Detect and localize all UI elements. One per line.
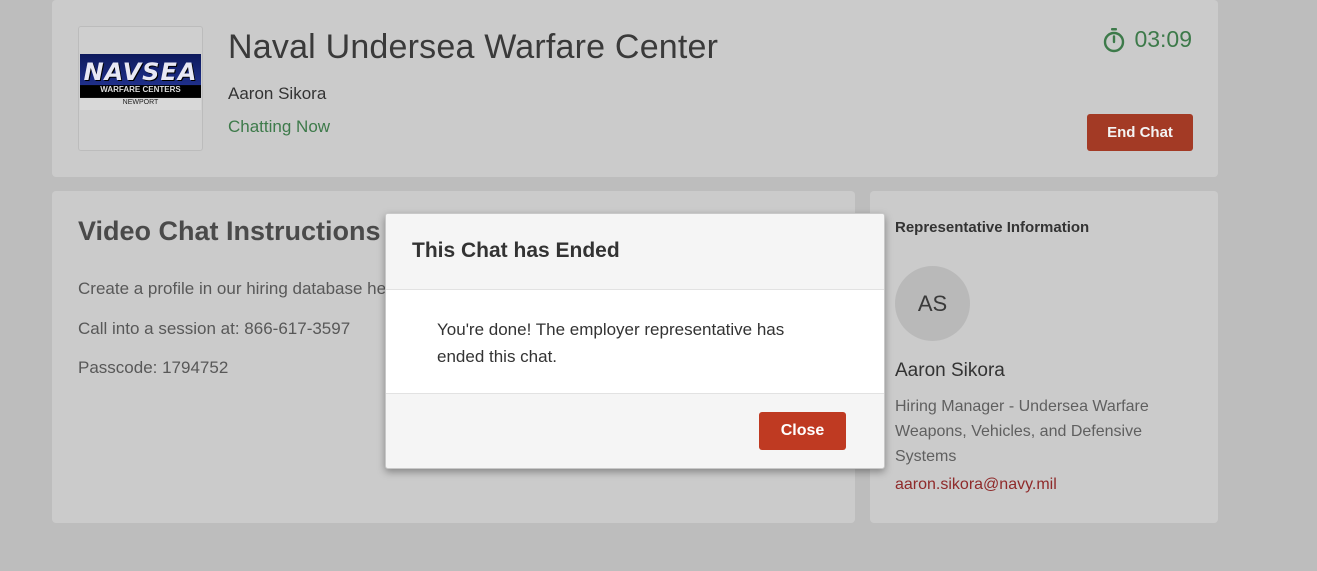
- instruction-line: Passcode: 1794752: [78, 358, 229, 377]
- representative-heading: Representative Information: [895, 219, 1090, 236]
- employer-title: Naval Undersea Warfare Center: [228, 28, 719, 66]
- close-button[interactable]: Close: [759, 412, 846, 450]
- employer-header-card: NAVSEA WARFARE CENTERS NEWPORT Naval Und…: [52, 0, 1218, 177]
- modal-header: This Chat has Ended: [386, 214, 884, 290]
- instruction-line: Call into a session at: 866-617-3597: [78, 319, 351, 338]
- modal-title: This Chat has Ended: [412, 239, 620, 262]
- representative-email-link[interactable]: aaron.sikora@navy.mil: [895, 476, 1057, 494]
- modal-body: You're done! The employer representative…: [386, 290, 884, 394]
- end-chat-button[interactable]: End Chat: [1087, 114, 1193, 151]
- chat-ended-modal: This Chat has Ended You're done! The emp…: [385, 213, 885, 469]
- avatar: AS: [895, 266, 970, 341]
- representative-name: Aaron Sikora: [228, 84, 327, 103]
- representative-role: Hiring Manager - Undersea Warfare Weapon…: [895, 398, 1149, 465]
- instruction-line: Create a profile in our hiring database …: [78, 279, 387, 298]
- logo-wordmark: NAVSEA: [83, 58, 198, 86]
- timer-value: 03:09: [1134, 26, 1192, 52]
- instructions-title: Video Chat Instructions: [78, 216, 381, 246]
- logo-location: NEWPORT: [122, 99, 159, 106]
- stopwatch-icon: [1104, 27, 1125, 52]
- representative-card-name: Aaron Sikora: [895, 360, 1005, 381]
- modal-message: You're done! The employer representative…: [437, 320, 785, 366]
- employer-logo: NAVSEA WARFARE CENTERS NEWPORT: [78, 26, 203, 151]
- navsea-logo-image: NAVSEA WARFARE CENTERS NEWPORT: [80, 54, 201, 110]
- representative-info-card: Representative Information AS Aaron Siko…: [870, 191, 1218, 523]
- chat-timer: 03:09: [1102, 26, 1192, 53]
- chat-status: Chatting Now: [228, 117, 331, 136]
- logo-subtext: WARFARE CENTERS: [100, 85, 181, 94]
- page: NAVSEA WARFARE CENTERS NEWPORT Naval Und…: [0, 0, 1317, 571]
